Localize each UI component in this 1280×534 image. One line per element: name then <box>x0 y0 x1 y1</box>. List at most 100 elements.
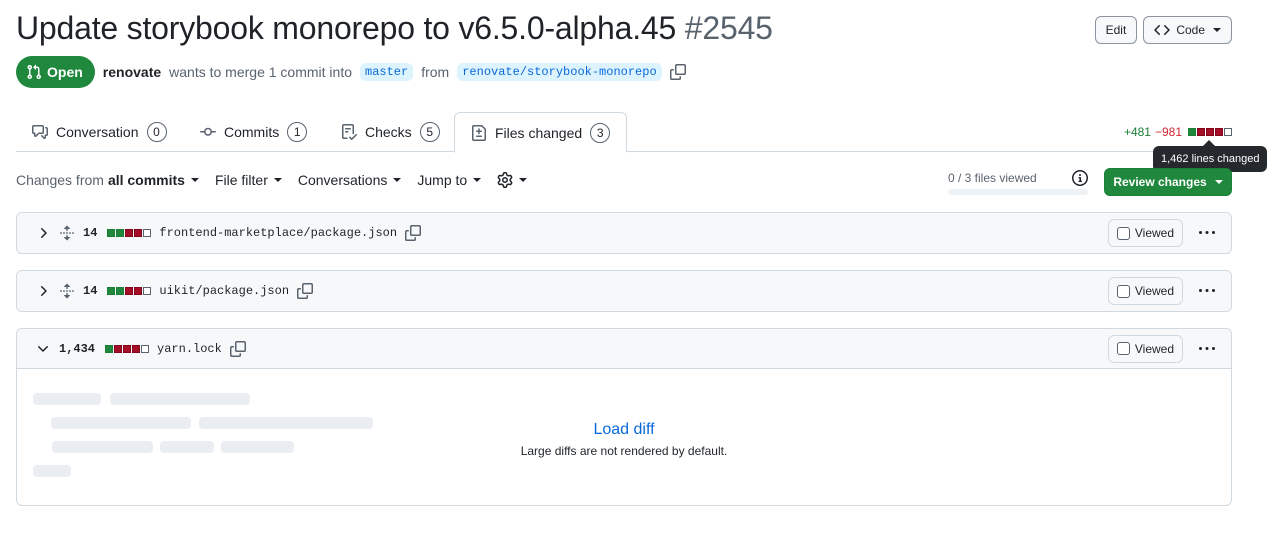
copy-icon[interactable] <box>669 64 686 80</box>
viewed-checkbox[interactable]: Viewed <box>1107 219 1183 247</box>
load-diff-note: Large diffs are not rendered by default. <box>520 444 728 458</box>
from-text: from <box>421 64 450 80</box>
file-name[interactable]: yarn.lock <box>157 342 222 356</box>
file-name[interactable]: frontend-marketplace/package.json <box>159 226 397 240</box>
file-diff-icon <box>471 124 487 141</box>
file-diffstat-blocks <box>105 344 150 353</box>
diffstat-block-neutral <box>143 287 152 295</box>
skeleton-line <box>33 465 71 477</box>
review-changes-button[interactable]: Review changes <box>1104 168 1232 196</box>
pr-number: #2545 <box>684 10 773 46</box>
base-branch[interactable]: master <box>360 63 414 81</box>
tab-checks[interactable]: Checks 5 <box>325 112 456 152</box>
tab-counter: 5 <box>419 122 440 142</box>
checkbox[interactable] <box>1116 342 1130 355</box>
code-button[interactable]: Code <box>1143 16 1232 44</box>
files-viewed-progress <box>948 189 1088 195</box>
diffstat-block-green <box>107 229 116 237</box>
kebab-horizontal-icon[interactable] <box>1191 219 1223 247</box>
page-title: Update storybook monorepo to v6.5.0-alph… <box>16 10 773 47</box>
code-button-label: Code <box>1176 23 1205 37</box>
tab-conversation[interactable]: Conversation 0 <box>16 112 183 152</box>
checklist-icon <box>341 124 357 140</box>
viewed-label: Viewed <box>1134 341 1174 356</box>
diffstat-block-red <box>134 229 143 237</box>
viewed-checkbox[interactable]: Viewed <box>1107 277 1183 305</box>
chevron-right-icon[interactable] <box>35 225 51 241</box>
viewed-label: Viewed <box>1134 226 1174 240</box>
files-viewed-text: 0 / 3 files viewed <box>948 171 1037 185</box>
diffstat-block-red <box>125 229 134 237</box>
git-pull-request-icon <box>26 64 42 80</box>
gear-icon <box>497 172 513 188</box>
file-name[interactable]: uikit/package.json <box>159 284 289 298</box>
file-header[interactable]: 1,434 yarn.lock Viewed <box>17 329 1231 369</box>
skeleton-line <box>110 393 250 405</box>
pr-meta: Open renovate wants to merge 1 commit in… <box>16 56 686 88</box>
jump-to-dropdown[interactable]: Jump to <box>417 172 482 188</box>
copy-icon[interactable] <box>297 283 314 299</box>
edit-button[interactable]: Edit <box>1094 16 1138 44</box>
review-changes-label: Review changes <box>1113 175 1207 189</box>
unfold-icon[interactable] <box>59 225 75 241</box>
tab-label: Checks <box>365 124 412 140</box>
file-entry: 1,434 yarn.lock Viewed Load diff Large d… <box>16 328 1232 506</box>
tab-counter: 1 <box>287 122 308 142</box>
viewed-label: Viewed <box>1134 284 1174 298</box>
file-header[interactable]: 14 uikit/package.json Viewed <box>17 271 1231 311</box>
changes-from-value: all commits <box>107 172 185 188</box>
chevron-down-icon <box>273 178 282 182</box>
chevron-down-icon <box>1214 180 1223 184</box>
file-change-count: 1,434 <box>59 341 96 356</box>
file-diffstat-blocks <box>107 229 152 237</box>
chevron-down-icon <box>393 178 402 182</box>
head-branch[interactable]: renovate/storybook-monorepo <box>457 63 662 81</box>
diff-toolbar: Changes from all commits File filter Con… <box>16 172 528 188</box>
file-change-count: 14 <box>83 284 98 298</box>
file-filter-dropdown[interactable]: File filter <box>215 172 282 188</box>
checkbox[interactable] <box>1116 226 1130 240</box>
tab-counter: 3 <box>590 122 611 143</box>
kebab-horizontal-icon[interactable] <box>1191 277 1223 305</box>
load-diff-link[interactable]: Load diff <box>17 421 1231 439</box>
diffstat-block-green <box>1188 128 1196 136</box>
diffstat-block-red <box>114 344 123 353</box>
status-badge-label: Open <box>47 64 83 80</box>
diffstat-block-red <box>1206 128 1214 136</box>
author-link[interactable]: renovate <box>103 64 161 80</box>
skeleton-line <box>33 393 101 405</box>
conversations-dropdown[interactable]: Conversations <box>298 172 402 188</box>
status-badge: Open <box>16 56 95 88</box>
deletions-count: −981 <box>1154 125 1182 139</box>
chevron-down-icon[interactable] <box>35 341 51 357</box>
additions-count: +481 <box>1123 125 1151 139</box>
diffstat-block-red <box>1197 128 1205 136</box>
header-actions: Edit Code <box>1094 16 1232 44</box>
file-diffstat-blocks <box>107 287 152 295</box>
chevron-down-icon <box>519 178 528 182</box>
changes-from-dropdown[interactable]: Changes from all commits <box>16 172 199 188</box>
conversations-label: Conversations <box>297 172 388 188</box>
checkbox[interactable] <box>1116 284 1130 298</box>
chevron-down-icon <box>190 178 199 182</box>
diffstat-block-neutral <box>143 229 152 237</box>
diffstat[interactable]: +481 −981 <box>1124 125 1232 139</box>
diffstat-block-red <box>132 344 141 353</box>
file-filter-label: File filter <box>214 172 268 188</box>
diffstat-blocks <box>1188 128 1232 136</box>
diffstat-block-green <box>105 344 114 353</box>
file-header[interactable]: 14 frontend-marketplace/package.json Vie… <box>17 213 1231 253</box>
copy-icon[interactable] <box>405 225 422 241</box>
copy-icon[interactable] <box>229 340 246 357</box>
diff-settings-dropdown[interactable] <box>497 172 528 188</box>
viewed-checkbox[interactable]: Viewed <box>1107 334 1183 363</box>
tab-label: Commits <box>224 124 280 140</box>
kebab-horizontal-icon[interactable] <box>1191 335 1223 363</box>
merge-summary: wants to merge 1 commit into <box>169 64 352 80</box>
unfold-icon[interactable] <box>59 283 75 299</box>
diffstat-block-neutral <box>1224 128 1232 136</box>
chevron-right-icon[interactable] <box>35 283 51 299</box>
info-icon[interactable] <box>1072 170 1088 186</box>
tab-files-changed[interactable]: Files changed 3 <box>454 112 628 153</box>
tab-commits[interactable]: Commits 1 <box>184 112 323 152</box>
